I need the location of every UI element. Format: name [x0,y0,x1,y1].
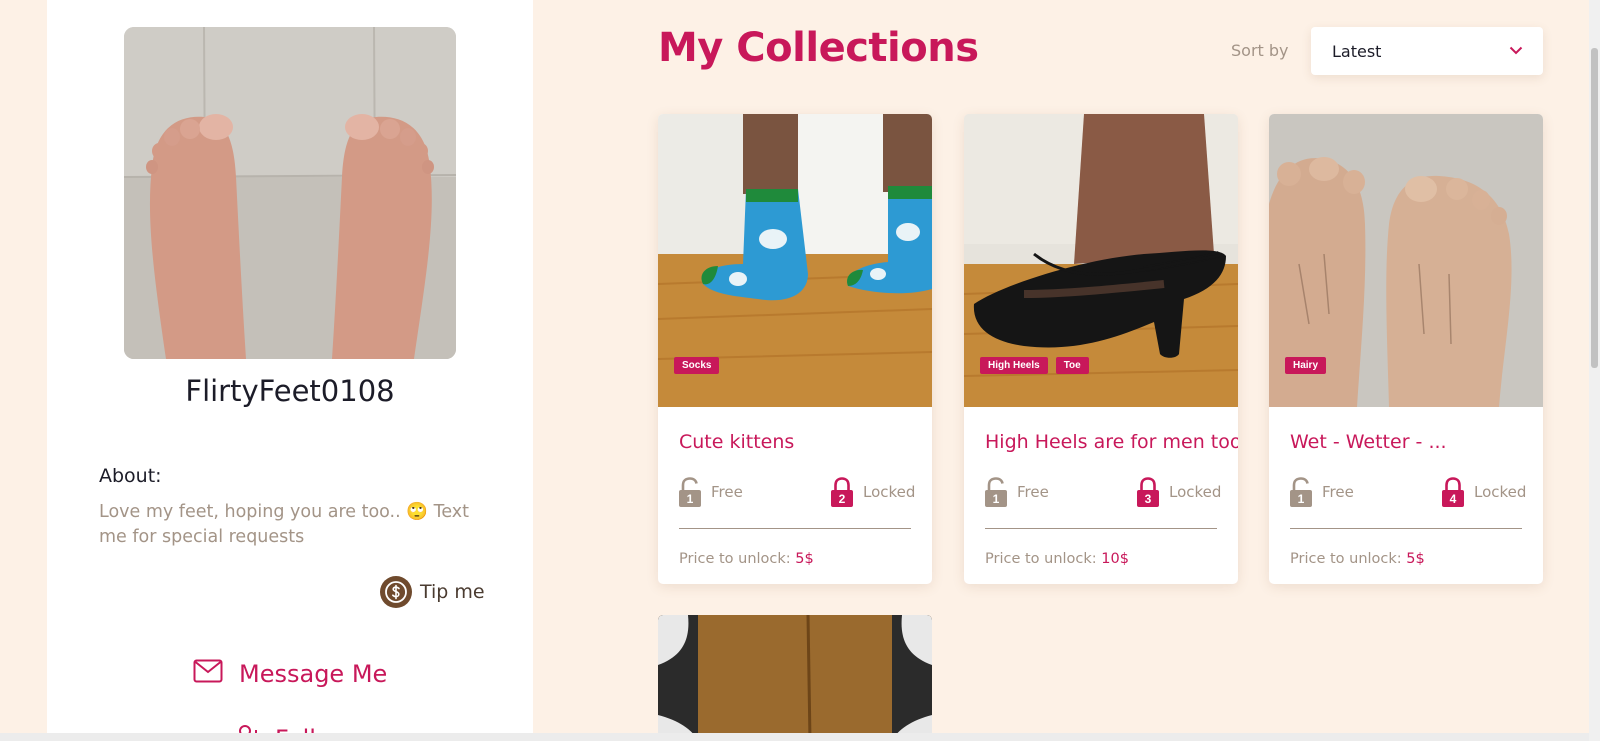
collection-card[interactable]: Socks Cute kittens 1 Free 2 Locked Price… [658,114,932,584]
about-label: About: [99,465,162,487]
message-me-label: Message Me [239,659,388,688]
unlocked-padlock-icon: 1 [985,477,1007,507]
free-label: Free [1322,483,1354,501]
collection-card[interactable]: Hairy Wet - Wetter - ... 1 Free 4 Locked… [1269,114,1543,584]
locked-padlock-icon: 2 [831,477,853,507]
envelope-icon [193,659,223,688]
collection-title[interactable]: High Heels are for men too [985,431,1238,453]
divider [1290,528,1522,529]
tag-list: High Heels Toe [980,357,1089,374]
locked-label: Locked [1474,483,1527,501]
page-title: My Collections [658,25,979,71]
about-text: Love my feet, hoping you are too.. 🙄 Tex… [99,502,469,547]
locked-padlock-icon: 3 [1137,477,1159,507]
sort-dropdown[interactable]: Latest [1311,27,1543,75]
price-value: 5$ [795,551,814,567]
message-me-button[interactable]: Message Me [193,659,387,688]
locked-count: 4 Locked [1442,477,1526,507]
locked-padlock-icon: 4 [1442,477,1464,507]
price-label: Price to unlock: [985,551,1097,567]
free-label: Free [711,483,743,501]
scrollbar-thumb[interactable] [1591,48,1598,368]
sort-selected-value: Latest [1332,41,1382,61]
price-to-unlock: Price to unlock: 10$ [985,551,1129,567]
tag[interactable]: Hairy [1285,357,1327,374]
locked-label: Locked [1169,483,1222,501]
locked-count: 2 Locked [831,477,915,507]
tag[interactable]: Socks [674,357,720,374]
tip-label: Tip me [420,581,485,603]
dollar-coin-icon [380,576,412,608]
unlocked-padlock-icon: 1 [1290,477,1312,507]
collection-card[interactable]: High Heels Toe High Heels are for men to… [964,114,1238,584]
free-count: 1 Free [985,477,1049,507]
tag-list: Socks [674,357,720,374]
free-label: Free [1017,483,1049,501]
divider [679,528,911,529]
tip-button[interactable]: Tip me [380,575,485,609]
price-label: Price to unlock: [1290,551,1402,567]
tag[interactable]: Toe [1055,357,1089,374]
price-value: 5$ [1406,551,1425,567]
collection-image [658,615,932,741]
sort-label: Sort by [1231,41,1289,60]
free-count: 1 Free [1290,477,1354,507]
horizontal-scrollbar[interactable] [0,733,1589,741]
locked-label: Locked [863,483,916,501]
free-count: 1 Free [679,477,743,507]
price-value: 10$ [1101,551,1129,567]
divider [985,528,1217,529]
profile-username: FlirtyFeet0108 [185,374,395,408]
chevron-down-icon [1509,42,1523,60]
tag[interactable]: High Heels [980,357,1048,374]
tag-list: Hairy [1285,357,1327,374]
price-to-unlock: Price to unlock: 5$ [1290,551,1425,567]
profile-avatar [124,27,456,359]
price-to-unlock: Price to unlock: 5$ [679,551,814,567]
price-label: Price to unlock: [679,551,791,567]
collection-card[interactable] [658,615,932,741]
locked-count: 3 Locked [1137,477,1221,507]
unlocked-padlock-icon: 1 [679,477,701,507]
collection-title[interactable]: Wet - Wetter - ... [1290,431,1447,453]
collection-title[interactable]: Cute kittens [679,431,794,453]
profile-panel: FlirtyFeet0108 About: Love my feet, hopi… [47,0,533,741]
